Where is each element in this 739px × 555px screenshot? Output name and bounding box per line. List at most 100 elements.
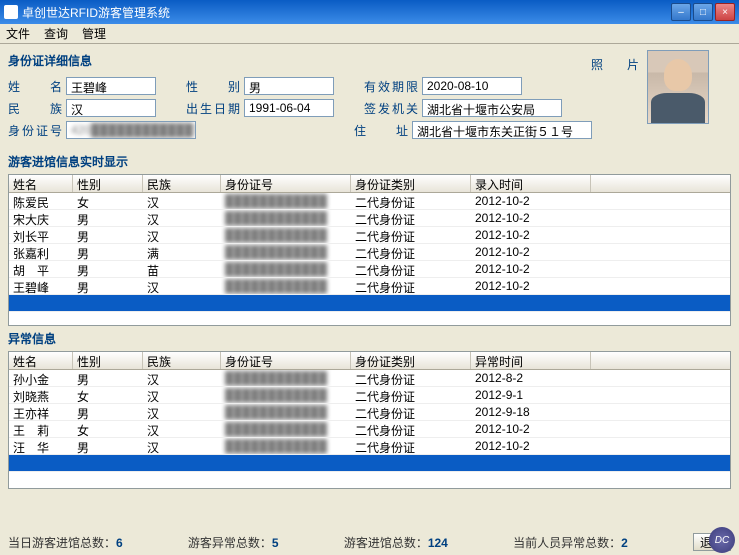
table-cell: ████████████ — [221, 193, 351, 209]
table-cell: 张嘉利 — [9, 244, 73, 260]
table-cell: ████████████ — [221, 261, 351, 277]
column-header[interactable]: 身份证类别 — [351, 175, 471, 192]
menu-query[interactable]: 查询 — [44, 25, 68, 42]
column-header[interactable]: 身份证号 — [221, 175, 351, 192]
f1-label: 当日游客进馆总数： — [8, 536, 116, 550]
table-cell: 孙小金 — [9, 370, 73, 386]
table-cell: 男 — [73, 227, 143, 243]
table-cell: 二代身份证 — [351, 370, 471, 386]
column-header[interactable]: 录入时间 — [471, 175, 591, 192]
abnormal-table[interactable]: 姓名性别民族身份证号身份证类别异常时间 孙小金男汉████████████二代身… — [8, 351, 731, 489]
minimize-button[interactable]: – — [671, 3, 691, 21]
table-cell: ████████████ — [221, 278, 351, 294]
table-cell: 2012-10-2 — [471, 421, 591, 437]
table-row[interactable]: 王 莉女汉████████████二代身份证2012-10-2 — [9, 421, 730, 438]
table-cell: 宋大庆 — [9, 210, 73, 226]
table-row-selected[interactable] — [9, 455, 730, 472]
menu-file[interactable]: 文件 — [6, 25, 30, 42]
table-cell: 汉 — [143, 438, 221, 454]
addr-field[interactable]: 湖北省十堰市东关正街５１号 — [412, 121, 592, 139]
name-label: 姓 名 — [8, 78, 66, 95]
gender-field[interactable]: 男 — [244, 77, 334, 95]
table-cell: 男 — [73, 438, 143, 454]
table-cell: 二代身份证 — [351, 421, 471, 437]
table-row[interactable]: 胡 平男苗████████████二代身份证2012-10-2 — [9, 261, 730, 278]
menubar: 文件 查询 管理 — [0, 24, 739, 44]
table-row[interactable]: 刘长平男汉████████████二代身份证2012-10-2 — [9, 227, 730, 244]
table-cell: 二代身份证 — [351, 193, 471, 209]
photo-label: 照 片 — [591, 56, 639, 73]
nation-field[interactable]: 汉 — [66, 99, 156, 117]
table-cell: 女 — [73, 193, 143, 209]
expire-field[interactable]: 2020-08-10 — [422, 77, 522, 95]
table-cell: 汉 — [143, 370, 221, 386]
column-header[interactable]: 性别 — [73, 175, 143, 192]
column-header[interactable]: 姓名 — [9, 352, 73, 369]
table-row-selected[interactable] — [9, 295, 730, 312]
table-cell: ████████████ — [221, 370, 351, 386]
table-cell: 女 — [73, 387, 143, 403]
column-header[interactable]: 民族 — [143, 175, 221, 192]
titlebar: 卓创世达RFID游客管理系统 – □ × — [0, 0, 739, 24]
table-cell: 男 — [73, 278, 143, 294]
table-cell: ████████████ — [221, 244, 351, 260]
expire-label: 有效期限 — [364, 78, 422, 95]
table-cell: 二代身份证 — [351, 278, 471, 294]
table-row[interactable]: 汪 华男汉████████████二代身份证2012-10-2 — [9, 438, 730, 455]
table-row[interactable]: 孙小金男汉████████████二代身份证2012-8-2 — [9, 370, 730, 387]
table-cell: 2012-10-2 — [471, 244, 591, 260]
issuer-field[interactable]: 湖北省十堰市公安局 — [422, 99, 562, 117]
column-header[interactable]: 异常时间 — [471, 352, 591, 369]
table-cell: ████████████ — [221, 421, 351, 437]
table-cell: 二代身份证 — [351, 227, 471, 243]
table-cell: 男 — [73, 404, 143, 420]
f2-label: 游客异常总数： — [188, 536, 272, 550]
menu-manage[interactable]: 管理 — [82, 25, 106, 42]
photo — [647, 50, 709, 124]
table-cell: 2012-10-2 — [471, 210, 591, 226]
table-cell: 2012-10-2 — [471, 193, 591, 209]
issuer-label: 签发机关 — [364, 100, 422, 117]
f3-label: 游客进馆总数： — [344, 536, 428, 550]
table-row[interactable]: 王碧峰男汉████████████二代身份证2012-10-2 — [9, 278, 730, 295]
realtime-table[interactable]: 姓名性别民族身份证号身份证类别录入时间 陈爱民女汉████████████二代身… — [8, 174, 731, 326]
table-cell: 汉 — [143, 278, 221, 294]
id-field[interactable]: 420████████████734 — [66, 121, 196, 139]
table-cell: 男 — [73, 370, 143, 386]
table-cell: 胡 平 — [9, 261, 73, 277]
column-header[interactable]: 性别 — [73, 352, 143, 369]
table-row[interactable]: 宋大庆男汉████████████二代身份证2012-10-2 — [9, 210, 730, 227]
f2-value: 5 — [272, 536, 279, 550]
table-cell: 男 — [73, 244, 143, 260]
table-cell: 汉 — [143, 193, 221, 209]
table-cell: 刘晓燕 — [9, 387, 73, 403]
table-cell: 王亦祥 — [9, 404, 73, 420]
f1-value: 6 — [116, 536, 123, 550]
table-cell: 二代身份证 — [351, 210, 471, 226]
table-row[interactable]: 张嘉利男满████████████二代身份证2012-10-2 — [9, 244, 730, 261]
table-row[interactable]: 刘晓燕女汉████████████二代身份证2012-9-1 — [9, 387, 730, 404]
column-header[interactable]: 姓名 — [9, 175, 73, 192]
column-header[interactable]: 身份证号 — [221, 352, 351, 369]
table-row[interactable]: 陈爱民女汉████████████二代身份证2012-10-2 — [9, 193, 730, 210]
table-cell: 汉 — [143, 210, 221, 226]
table-cell: 汪 华 — [9, 438, 73, 454]
table-cell: 2012-10-2 — [471, 227, 591, 243]
section-realtime-title: 游客进馆信息实时显示 — [8, 153, 731, 170]
brand-logo-icon: DC — [709, 527, 735, 553]
birth-field[interactable]: 1991-06-04 — [244, 99, 334, 117]
table-cell: ████████████ — [221, 404, 351, 420]
table-cell: 汉 — [143, 404, 221, 420]
name-field[interactable]: 王碧峰 — [66, 77, 156, 95]
section-abnormal-title: 异常信息 — [8, 330, 731, 347]
table-cell: 汉 — [143, 387, 221, 403]
column-header[interactable]: 民族 — [143, 352, 221, 369]
column-header[interactable]: 身份证类别 — [351, 352, 471, 369]
table-cell: 汉 — [143, 227, 221, 243]
f4-value: 2 — [621, 536, 628, 550]
table-cell: 王 莉 — [9, 421, 73, 437]
close-button[interactable]: × — [715, 3, 735, 21]
maximize-button[interactable]: □ — [693, 3, 713, 21]
addr-label: 住 址 — [354, 122, 412, 139]
table-row[interactable]: 王亦祥男汉████████████二代身份证2012-9-18 — [9, 404, 730, 421]
